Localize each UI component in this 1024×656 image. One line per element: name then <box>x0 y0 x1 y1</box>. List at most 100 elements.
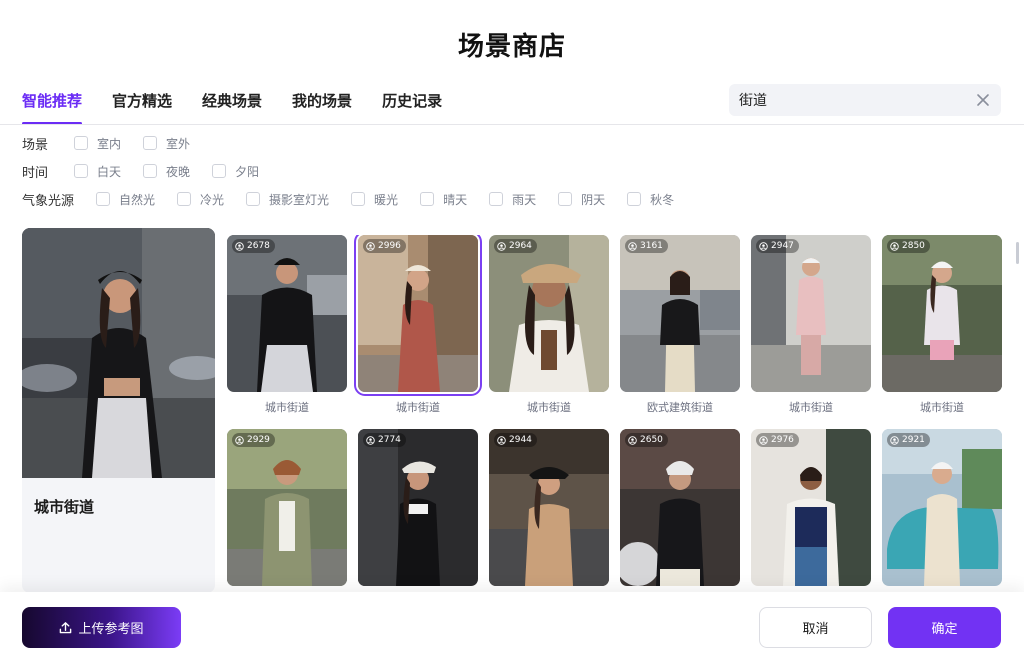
tab-official-picks[interactable]: 官方精选 <box>112 90 172 119</box>
user-icon <box>890 241 899 251</box>
scene-photo <box>489 235 609 392</box>
scene-card[interactable]: 2947 城市街道 <box>751 235 871 415</box>
checkbox[interactable] <box>143 136 158 150</box>
scene-thumbnail: 2964 <box>489 235 609 392</box>
filter-label: 气象光源 <box>22 193 75 209</box>
scene-thumbnail: 2944 <box>489 429 609 586</box>
upload-button-label: 上传参考图 <box>78 622 144 637</box>
scene-card[interactable]: 2944 <box>489 429 609 593</box>
filter-option-autumn-winter[interactable]: 秋冬 <box>627 191 674 208</box>
scene-photo <box>751 235 871 392</box>
grid-scrollbar[interactable] <box>1016 242 1019 264</box>
checkbox[interactable] <box>74 136 88 150</box>
scene-photo <box>620 235 740 392</box>
scene-card[interactable]: 3161 欧式建筑街道 <box>620 235 740 415</box>
checkbox[interactable] <box>143 164 158 178</box>
user-icon <box>235 435 244 445</box>
search-input[interactable] <box>739 84 969 116</box>
scene-card-label: 城市街道 <box>789 401 833 414</box>
checkbox[interactable] <box>558 192 573 206</box>
filter-option-indoor[interactable]: 室内 <box>74 135 121 152</box>
scene-card[interactable]: 2929 <box>227 429 347 593</box>
scene-grid: 2678 城市街道 2996 城市街道 2964 城市街道 3161 欧式建筑街… <box>227 235 1007 595</box>
filter-option-studio-light[interactable]: 摄影室灯光 <box>246 191 329 208</box>
filter-option-daytime[interactable]: 白天 <box>74 163 121 180</box>
scene-card-label: 城市街道 <box>920 401 964 414</box>
filter-option-natural-light[interactable]: 自然光 <box>96 191 155 208</box>
search-box <box>729 84 1001 116</box>
scene-photo <box>882 429 1002 586</box>
page-title: 场景商店 <box>457 32 566 62</box>
user-icon <box>366 241 375 251</box>
tab-bar: 智能推荐 官方精选 经典场景 我的场景 历史记录 <box>22 90 472 125</box>
scene-thumbnail: 2947 <box>751 235 871 392</box>
checkbox[interactable] <box>177 192 192 206</box>
scene-photo <box>358 235 478 392</box>
scene-card[interactable]: 2964 城市街道 <box>489 235 609 415</box>
filter-option-warm-light[interactable]: 暖光 <box>351 191 398 208</box>
checkbox[interactable] <box>96 192 110 206</box>
user-icon <box>759 435 768 445</box>
usage-count-badge: 2678 <box>232 239 275 253</box>
user-icon <box>235 241 244 251</box>
scene-photo <box>751 429 871 586</box>
filter-row-scene: 场景 室内 室外 <box>22 133 212 153</box>
filter-option-outdoor[interactable]: 室外 <box>143 135 190 152</box>
close-icon[interactable] <box>975 92 991 108</box>
user-icon <box>366 435 375 445</box>
scene-card[interactable]: 2650 <box>620 429 740 593</box>
scene-card[interactable]: 2678 城市街道 <box>227 235 347 415</box>
scene-card[interactable]: 2850 城市街道 <box>882 235 1002 415</box>
scene-photo <box>489 429 609 586</box>
scene-thumbnail: 2921 <box>882 429 1002 586</box>
user-icon <box>497 241 506 251</box>
scene-card[interactable]: 2976 <box>751 429 871 593</box>
checkbox[interactable] <box>627 192 642 206</box>
usage-count-badge: 2929 <box>232 433 275 447</box>
scene-thumbnail: 2850 <box>882 235 1002 392</box>
tab-classic-scenes[interactable]: 经典场景 <box>202 90 262 119</box>
checkbox[interactable] <box>420 192 435 206</box>
scene-card-label: 城市街道 <box>527 401 571 414</box>
tab-my-scenes[interactable]: 我的场景 <box>292 90 352 119</box>
usage-count-badge: 2996 <box>363 239 406 253</box>
filter-option-cloudy[interactable]: 阴天 <box>558 191 605 208</box>
scene-thumbnail: 3161 <box>620 235 740 392</box>
filter-option-sunset[interactable]: 夕阳 <box>212 163 259 180</box>
scene-thumbnail: 2650 <box>620 429 740 586</box>
usage-count-badge: 3161 <box>625 239 668 253</box>
scene-card-selected[interactable]: 2996 城市街道 <box>354 235 482 415</box>
usage-count-badge: 2650 <box>625 433 668 447</box>
upload-reference-button[interactable]: 上传参考图 <box>22 607 181 648</box>
checkbox[interactable] <box>212 164 227 178</box>
scene-thumbnail: 2976 <box>751 429 871 586</box>
cancel-button[interactable]: 取消 <box>759 607 872 648</box>
confirm-button[interactable]: 确定 <box>888 607 1001 648</box>
usage-count-badge: 2921 <box>887 433 930 447</box>
filter-option-sunny[interactable]: 晴天 <box>420 191 467 208</box>
checkbox[interactable] <box>489 192 504 206</box>
checkbox[interactable] <box>74 164 88 178</box>
tab-history[interactable]: 历史记录 <box>382 90 442 119</box>
usage-count-badge: 2976 <box>756 433 799 447</box>
scene-preview-panel: 城市街道 <box>22 228 215 593</box>
usage-count-badge: 2964 <box>494 239 537 253</box>
filter-option-night[interactable]: 夜晚 <box>143 163 190 180</box>
filter-option-cool-light[interactable]: 冷光 <box>177 191 224 208</box>
user-icon <box>759 241 768 251</box>
scene-thumbnail: 2996 <box>354 235 482 396</box>
tab-smart-recommend[interactable]: 智能推荐 <box>22 90 83 125</box>
scene-card[interactable]: 2774 <box>358 429 478 593</box>
tab-divider <box>0 124 1024 125</box>
filter-row-lighting: 气象光源 自然光 冷光 摄影室灯光 暖光 晴天 雨天 阴天 秋冬 <box>22 189 696 209</box>
user-icon <box>628 435 637 445</box>
scene-photo <box>227 429 347 586</box>
filter-label: 时间 <box>22 165 49 181</box>
checkbox[interactable] <box>351 192 366 206</box>
user-icon <box>497 435 506 445</box>
checkbox[interactable] <box>246 192 261 206</box>
filter-row-time: 时间 白天 夜晚 夕阳 <box>22 161 281 181</box>
scene-card[interactable]: 2921 <box>882 429 1002 593</box>
filter-option-rainy[interactable]: 雨天 <box>489 191 536 208</box>
usage-count-badge: 2944 <box>494 433 537 447</box>
